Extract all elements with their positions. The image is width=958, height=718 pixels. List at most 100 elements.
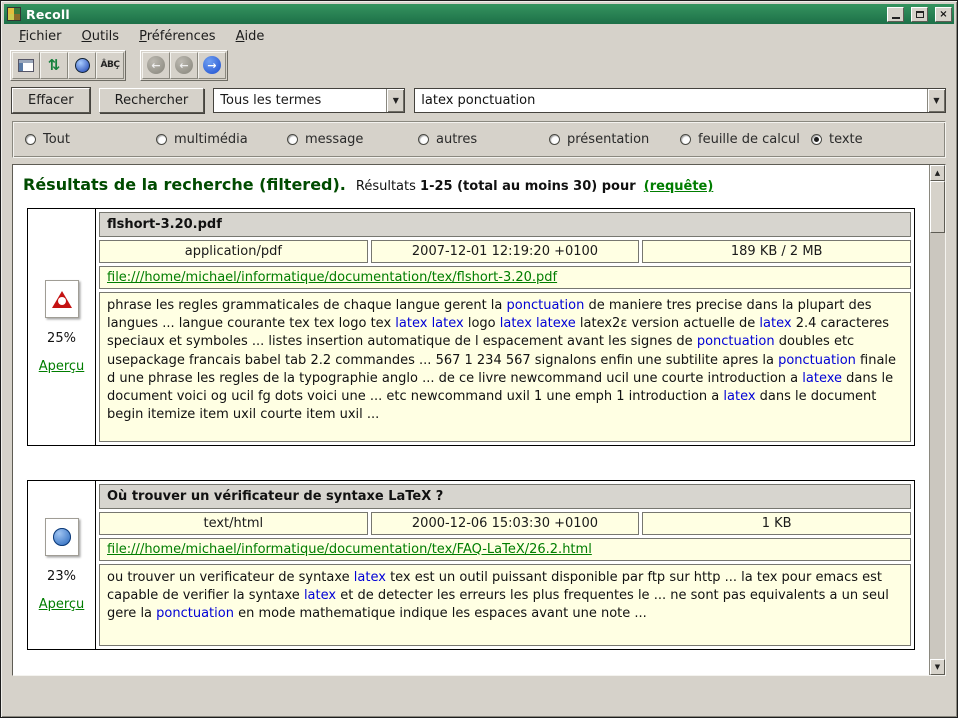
filter-label: Tout: [43, 132, 70, 147]
filter-feuille-de-calcul[interactable]: feuille de calcul: [680, 132, 811, 147]
results-heading: Résultats de la recherche (filtered).: [23, 175, 346, 194]
radio-icon[interactable]: [549, 134, 560, 145]
result-meta-row: application/pdf 2007-12-01 12:19:20 +010…: [99, 240, 911, 263]
blue-globe-icon: [75, 58, 90, 73]
maximize-icon: [916, 11, 924, 18]
filter-label: feuille de calcul: [698, 132, 800, 147]
result-date: 2000-12-06 15:03:30 +0100: [371, 512, 640, 535]
filter-label: autres: [436, 132, 477, 147]
erase-table-icon: [18, 59, 34, 72]
filter-tout[interactable]: Tout: [25, 132, 156, 147]
filter-message[interactable]: message: [287, 132, 418, 147]
summary-count: 1-25 (total au moins 30) pour: [420, 179, 636, 194]
up-down-arrows-icon: ⇅: [48, 58, 61, 73]
filter-multimedia[interactable]: multimédia: [156, 132, 287, 147]
minimize-button[interactable]: [887, 7, 904, 22]
window-title: Recoll: [26, 7, 880, 22]
clear-button[interactable]: Effacer: [12, 88, 90, 113]
result-date: 2007-12-01 12:19:20 +0100: [371, 240, 640, 263]
chevron-down-icon[interactable]: ▼: [386, 89, 404, 112]
recoll-window: Recoll × Fichier Outils Préférences Aide…: [0, 0, 958, 718]
term-explorer-toolbutton[interactable]: ÂBÇ: [96, 52, 124, 79]
chevron-down-icon[interactable]: ▼: [927, 89, 945, 112]
menu-aide[interactable]: Aide: [227, 27, 274, 46]
result-mime: text/html: [99, 512, 368, 535]
prev-page-toolbutton[interactable]: ←: [170, 52, 198, 79]
filter-texte[interactable]: texte: [811, 132, 863, 147]
results-list: Résultats de la recherche (filtered). Ré…: [13, 165, 929, 675]
radio-icon[interactable]: [680, 134, 691, 145]
left-arrow-circle-icon: ←: [147, 56, 165, 74]
menu-outils[interactable]: Outils: [73, 27, 129, 46]
clear-search-toolbutton[interactable]: [12, 52, 40, 79]
result-snippet: ou trouver un verificateur de syntaxe la…: [99, 564, 911, 646]
relevance-percent: 23%: [47, 569, 76, 584]
result-card: 23% Aperçu Où trouver un vérificateur de…: [27, 480, 915, 650]
search-row: Effacer Rechercher Tous les termes ▼ ▼: [4, 82, 954, 118]
next-page-toolbutton[interactable]: →: [198, 52, 226, 79]
down-arrow-icon: ▼: [935, 663, 940, 671]
result-url-row: file:///home/michael/informatique/docume…: [99, 266, 911, 289]
radio-icon[interactable]: [156, 134, 167, 145]
results-pane: Résultats de la recherche (filtered). Ré…: [12, 164, 946, 676]
relevance-percent: 25%: [47, 331, 76, 346]
search-button[interactable]: Rechercher: [99, 88, 205, 113]
result-title: flshort-3.20.pdf: [99, 212, 911, 237]
preview-link[interactable]: Aperçu: [39, 597, 85, 612]
maximize-button[interactable]: [911, 7, 928, 22]
scrollbar-thumb[interactable]: [930, 181, 945, 233]
result-snippet: phrase les regles grammaticales de chaqu…: [99, 292, 911, 442]
search-toolbutton[interactable]: [68, 52, 96, 79]
results-header: Résultats de la recherche (filtered). Ré…: [21, 169, 921, 196]
result-url-link[interactable]: file:///home/michael/informatique/docume…: [107, 542, 592, 557]
globe-icon: [53, 528, 71, 546]
toolbar: ⇅ ÂBÇ ← ← →: [4, 48, 954, 82]
query-link[interactable]: (requête): [644, 179, 714, 194]
titlebar[interactable]: Recoll ×: [4, 4, 954, 24]
results-scrollbar[interactable]: ▲ ▼: [929, 165, 945, 675]
filter-label: texte: [829, 132, 863, 147]
status-area: [4, 676, 954, 714]
preview-link[interactable]: Aperçu: [39, 359, 85, 374]
menu-fichier[interactable]: Fichier: [10, 27, 71, 46]
html-document-icon: [45, 518, 79, 556]
result-url-link[interactable]: file:///home/michael/informatique/docume…: [107, 270, 557, 285]
result-mime: application/pdf: [99, 240, 368, 263]
radio-icon[interactable]: [287, 134, 298, 145]
update-index-toolbutton[interactable]: ⇅: [40, 52, 68, 79]
filter-label: message: [305, 132, 363, 147]
result-details: Où trouver un vérificateur de syntaxe La…: [96, 481, 914, 649]
result-size: 1 KB: [642, 512, 911, 535]
filter-autres[interactable]: autres: [418, 132, 549, 147]
result-url-row: file:///home/michael/informatique/docume…: [99, 538, 911, 561]
filter-label: présentation: [567, 132, 649, 147]
acrobat-logo-icon: [52, 291, 72, 308]
scroll-up-button[interactable]: ▲: [930, 165, 945, 181]
left-arrow-circle-icon: ←: [175, 56, 193, 74]
pdf-document-icon: [45, 280, 79, 318]
result-side-panel: 23% Aperçu: [28, 481, 96, 649]
category-filter-frame: Tout multimédia message autres présentat…: [12, 121, 946, 158]
menu-preferences[interactable]: Préférences: [130, 27, 224, 46]
close-button[interactable]: ×: [935, 7, 952, 22]
result-side-panel: 25% Aperçu: [28, 209, 96, 445]
filter-presentation[interactable]: présentation: [549, 132, 680, 147]
scroll-down-button[interactable]: ▼: [930, 659, 945, 675]
minimize-icon: [892, 17, 900, 19]
toolbar-group-main: ⇅ ÂBÇ: [10, 50, 126, 81]
search-mode-select[interactable]: Tous les termes ▼: [213, 88, 405, 113]
radio-selected-icon[interactable]: [811, 134, 822, 145]
search-input[interactable]: [415, 89, 927, 112]
recoll-app-icon: [7, 7, 21, 21]
up-arrow-icon: ▲: [935, 169, 940, 177]
abc-icon: ÂBÇ: [101, 60, 120, 70]
result-details: flshort-3.20.pdf application/pdf 2007-12…: [96, 209, 914, 445]
result-meta-row: text/html 2000-12-06 15:03:30 +0100 1 KB: [99, 512, 911, 535]
summary-prefix: Résultats: [356, 179, 416, 194]
first-page-toolbutton[interactable]: ←: [142, 52, 170, 79]
result-title: Où trouver un vérificateur de syntaxe La…: [99, 484, 911, 509]
scrollbar-track[interactable]: [930, 233, 945, 659]
radio-icon[interactable]: [418, 134, 429, 145]
radio-icon[interactable]: [25, 134, 36, 145]
toolbar-group-navigation: ← ← →: [140, 50, 228, 81]
